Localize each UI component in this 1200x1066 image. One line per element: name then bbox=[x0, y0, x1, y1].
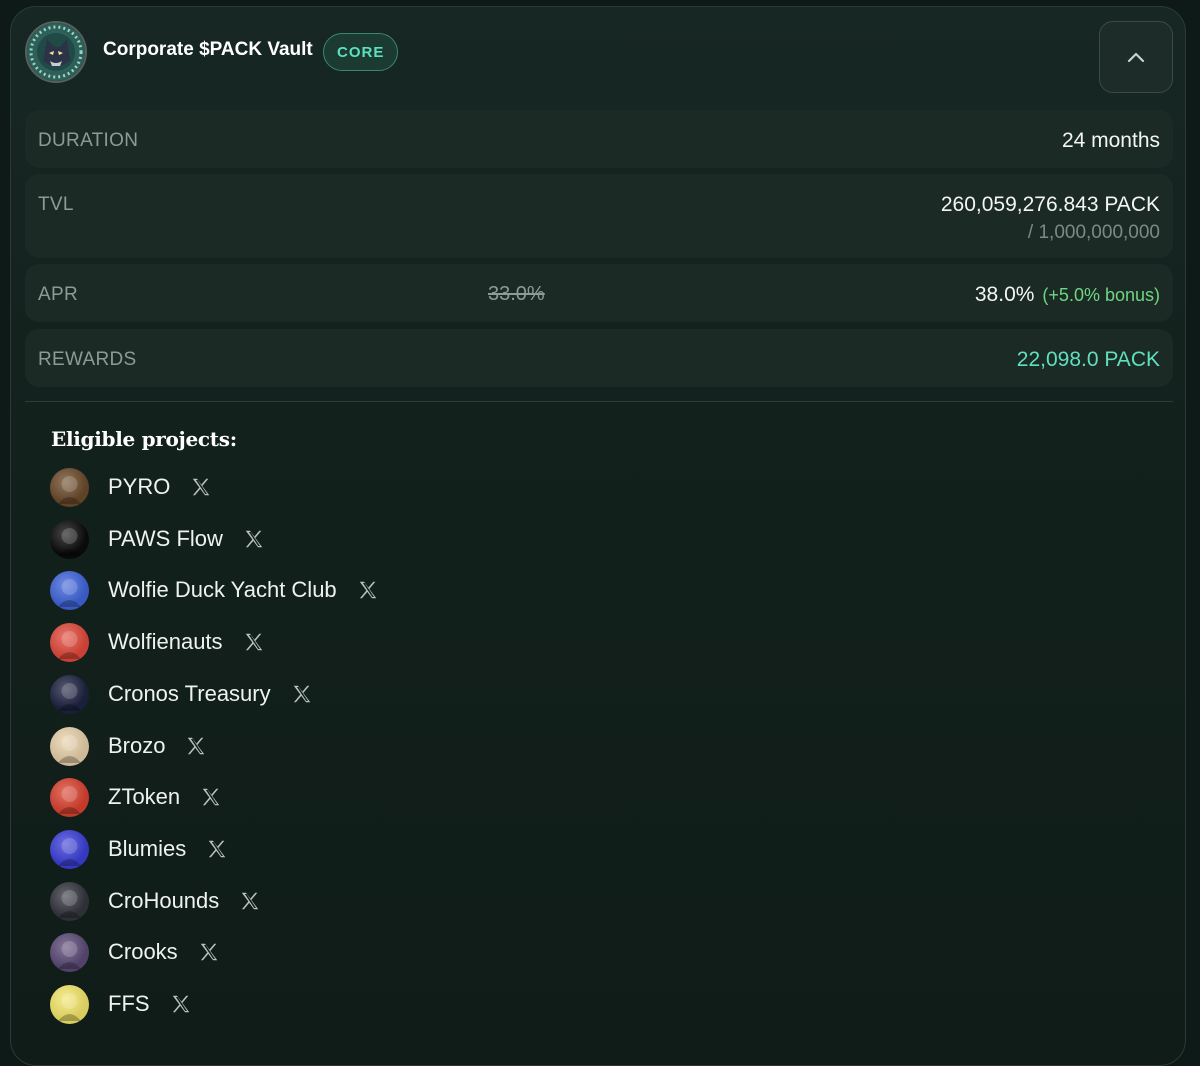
apr-row: APR 33.0% 38.0% (+5.0% bonus) bbox=[25, 264, 1173, 322]
apr-label: APR bbox=[38, 284, 78, 305]
tvl-cap: / 1,000,000,000 bbox=[1027, 222, 1160, 243]
rewards-label: REWARDS bbox=[38, 349, 137, 370]
x-twitter-icon[interactable] bbox=[357, 579, 379, 601]
project-item: CroHounds bbox=[50, 881, 261, 921]
project-item: Cronos Treasury bbox=[50, 674, 313, 714]
project-name: Wolfienauts bbox=[108, 629, 223, 654]
rewards-value: 22,098.0 PACK bbox=[1016, 348, 1160, 371]
apr-bonus: (+5.0% bonus) bbox=[1042, 285, 1160, 305]
x-twitter-icon[interactable] bbox=[170, 993, 192, 1015]
project-name: Wolfie Duck Yacht Club bbox=[108, 577, 337, 602]
project-item: Crooks bbox=[50, 932, 220, 972]
x-twitter-icon[interactable] bbox=[190, 476, 212, 498]
section-divider bbox=[25, 401, 1173, 402]
project-item: Brozo bbox=[50, 726, 207, 766]
x-twitter-icon[interactable] bbox=[243, 631, 265, 653]
paws-flow-avatar-icon bbox=[50, 519, 89, 559]
x-twitter-icon[interactable] bbox=[291, 683, 313, 705]
apr-value: 38.0% bbox=[974, 283, 1035, 306]
project-item: PAWS Flow bbox=[50, 519, 265, 559]
project-name: Crooks bbox=[108, 939, 178, 964]
project-name: PAWS Flow bbox=[108, 526, 223, 551]
project-item: Wolfienauts bbox=[50, 622, 265, 662]
ffs-avatar-icon bbox=[50, 984, 89, 1024]
tvl-value: 260,059,276.843 PACK bbox=[940, 193, 1160, 216]
collapse-button[interactable] bbox=[1099, 21, 1173, 93]
vault-logo-icon bbox=[25, 21, 87, 83]
x-twitter-icon[interactable] bbox=[185, 735, 207, 757]
x-twitter-icon[interactable] bbox=[206, 838, 228, 860]
apr-value-group: 38.0% (+5.0% bonus) bbox=[975, 283, 1160, 307]
chevron-up-icon bbox=[1127, 52, 1145, 63]
project-name: PYRO bbox=[108, 474, 171, 499]
project-item: PYRO bbox=[50, 467, 212, 507]
x-twitter-icon[interactable] bbox=[198, 941, 220, 963]
eligible-projects-title: Eligible projects: bbox=[51, 427, 237, 451]
x-twitter-icon[interactable] bbox=[243, 528, 265, 550]
apr-old-value: 33.0% bbox=[488, 283, 545, 305]
core-badge: CORE bbox=[323, 33, 399, 71]
vault-card: Corporate $PACK Vault CORE DURATION 24 m… bbox=[10, 6, 1186, 1066]
cronos-treasury-avatar-icon bbox=[50, 674, 89, 714]
brozo-avatar-icon bbox=[50, 726, 89, 766]
duration-value: 24 months bbox=[1061, 129, 1160, 152]
tvl-label: TVL bbox=[38, 194, 74, 215]
project-name: Cronos Treasury bbox=[108, 681, 271, 706]
project-item: ZToken bbox=[50, 777, 222, 817]
crohounds-avatar-icon bbox=[50, 881, 89, 921]
duration-label: DURATION bbox=[38, 130, 139, 151]
project-name: ZToken bbox=[108, 784, 181, 809]
project-name: CroHounds bbox=[108, 888, 220, 913]
x-twitter-icon[interactable] bbox=[239, 890, 261, 912]
project-item: Blumies bbox=[50, 829, 228, 869]
vault-title: Corporate $PACK Vault bbox=[103, 39, 313, 60]
project-name: Blumies bbox=[108, 836, 187, 861]
ztoken-avatar-icon bbox=[50, 777, 89, 817]
rewards-row: REWARDS 22,098.0 PACK bbox=[25, 329, 1173, 387]
tvl-row: TVL 260,059,276.843 PACK / 1,000,000,000 bbox=[25, 174, 1173, 258]
x-twitter-icon[interactable] bbox=[200, 786, 222, 808]
pyro-avatar-icon bbox=[50, 467, 89, 507]
project-name: Brozo bbox=[108, 733, 166, 758]
wolfienauts-avatar-icon bbox=[50, 622, 89, 662]
project-name: FFS bbox=[108, 991, 150, 1016]
project-item: Wolfie Duck Yacht Club bbox=[50, 570, 379, 610]
crooks-avatar-icon bbox=[50, 932, 89, 972]
wolfie-duck-avatar-icon bbox=[50, 570, 89, 610]
blumies-avatar-icon bbox=[50, 829, 89, 869]
project-item: FFS bbox=[50, 984, 192, 1024]
vault-header: Corporate $PACK Vault CORE bbox=[25, 21, 1173, 101]
duration-row: DURATION 24 months bbox=[25, 110, 1173, 168]
